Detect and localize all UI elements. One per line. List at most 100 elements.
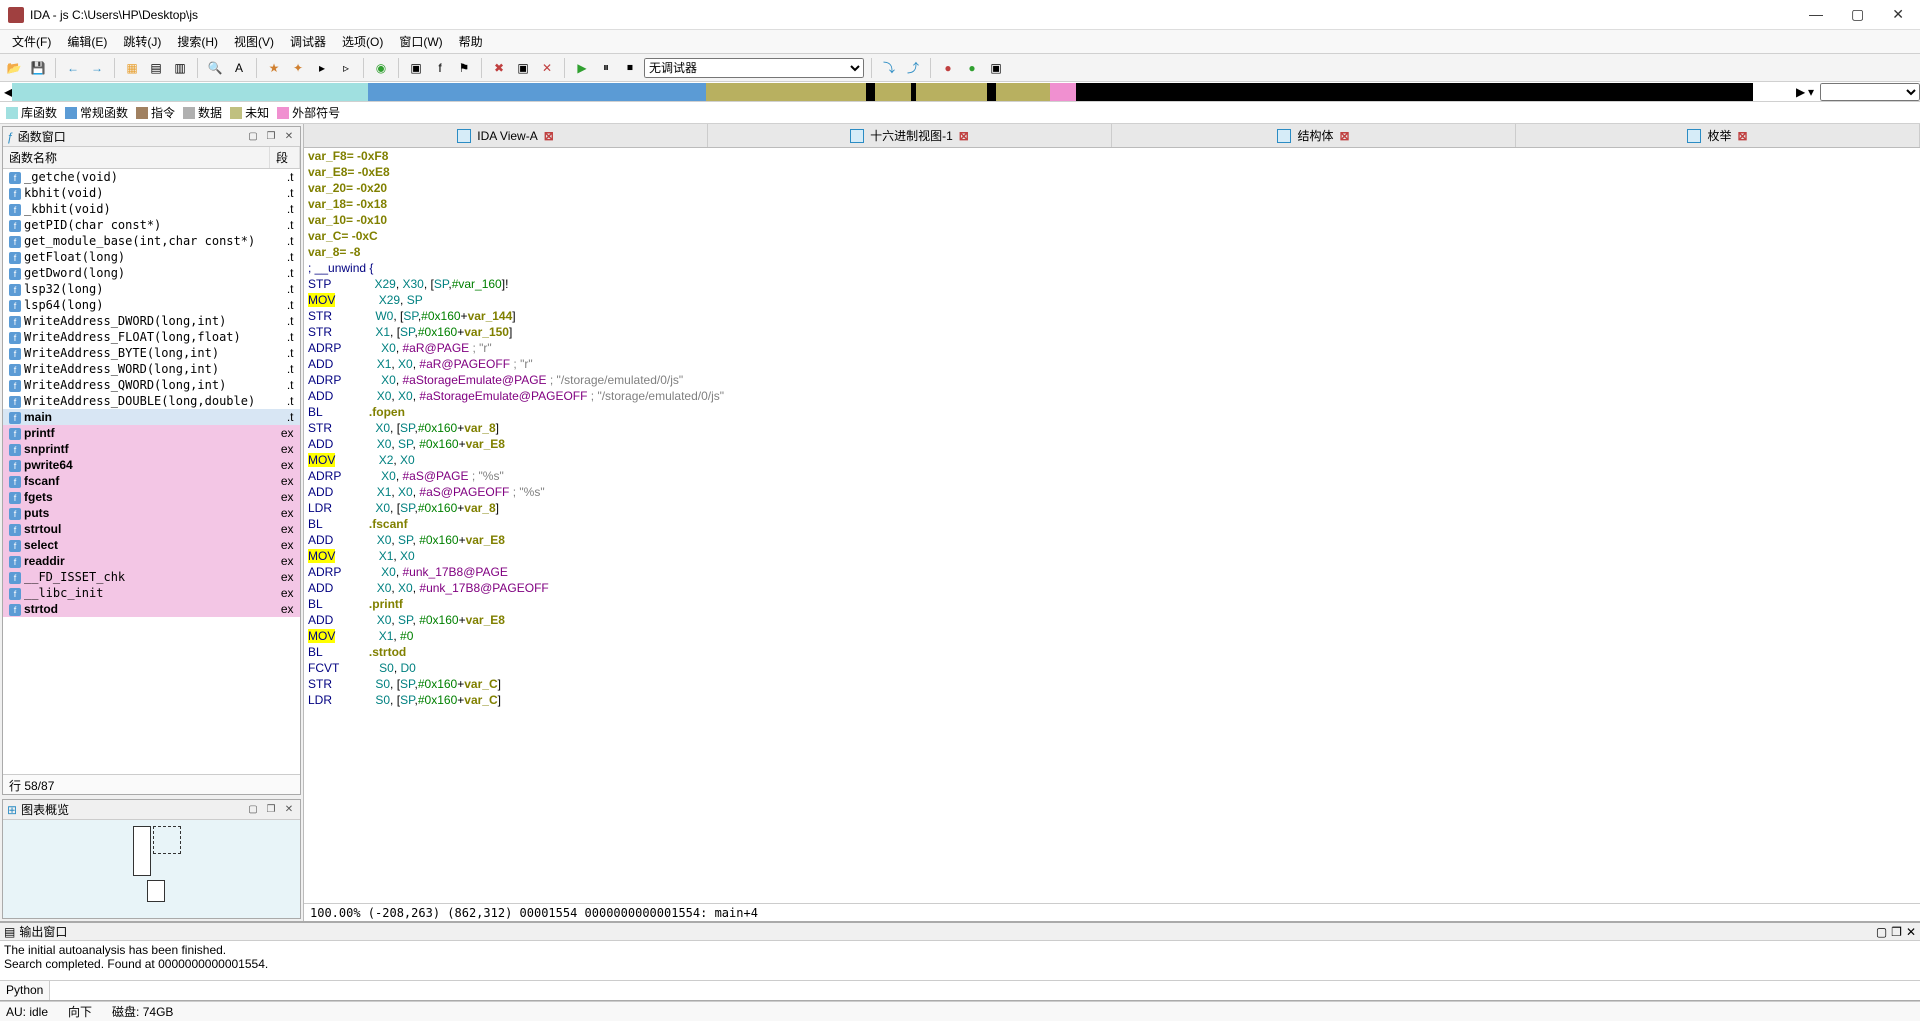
pause-icon[interactable]: ⏸ — [596, 58, 616, 78]
play-icon[interactable]: ▶ — [572, 58, 592, 78]
delete-icon[interactable]: ✕ — [537, 58, 557, 78]
function-row[interactable]: fget_module_base(int,char const*).t — [3, 233, 300, 249]
panel-close-icon[interactable]: ✕ — [1906, 925, 1916, 939]
function-row[interactable]: freaddirex — [3, 553, 300, 569]
function-row[interactable]: fgetPID(char const*).t — [3, 217, 300, 233]
menu-item[interactable]: 搜索(H) — [169, 31, 226, 52]
output-input-label[interactable]: Python — [0, 981, 50, 1000]
step2-icon[interactable]: ⤴ — [903, 58, 923, 78]
debugger-select[interactable]: 无调试器 — [644, 58, 864, 78]
panel-title: 图表概览 — [21, 801, 242, 818]
close-button[interactable]: ✕ — [1892, 6, 1904, 23]
output-input[interactable] — [50, 981, 1920, 1000]
tab-close-icon[interactable]: ⊠ — [959, 129, 969, 143]
tool-icon[interactable]: ▤ — [146, 58, 166, 78]
tool4-icon[interactable]: ▹ — [336, 58, 356, 78]
tab[interactable]: 十六进制视图-1⊠ — [708, 124, 1112, 147]
open-icon[interactable]: 📂 — [4, 58, 24, 78]
circle-icon[interactable]: ◉ — [371, 58, 391, 78]
bp-icon[interactable]: ● — [938, 58, 958, 78]
function-row[interactable]: fWriteAddress_BYTE(long,int).t — [3, 345, 300, 361]
function-row[interactable]: fstrtodex — [3, 601, 300, 617]
function-row[interactable]: fgetDword(long).t — [3, 265, 300, 281]
function-row[interactable]: flsp32(long).t — [3, 281, 300, 297]
menu-item[interactable]: 文件(F) — [4, 31, 59, 52]
minimize-button[interactable]: — — [1809, 6, 1823, 23]
function-row[interactable]: fputsex — [3, 505, 300, 521]
function-row[interactable]: fWriteAddress_FLOAT(long,float).t — [3, 329, 300, 345]
tool-icon-2[interactable]: ▥ — [170, 58, 190, 78]
nav-left-icon[interactable]: ◀ — [0, 85, 12, 99]
function-row[interactable]: ffgetsex — [3, 489, 300, 505]
tool5-icon[interactable]: f — [430, 58, 450, 78]
panel-min-icon[interactable]: ▢ — [246, 803, 260, 817]
function-row[interactable]: f__FD_ISSET_chkex — [3, 569, 300, 585]
function-row[interactable]: fmain.t — [3, 409, 300, 425]
tab-close-icon[interactable]: ⊠ — [1339, 129, 1349, 143]
menu-item[interactable]: 选项(O) — [334, 31, 391, 52]
menu-item[interactable]: 视图(V) — [226, 31, 282, 52]
function-row[interactable]: fkbhit(void).t — [3, 185, 300, 201]
step-icon[interactable]: ⤵ — [879, 58, 899, 78]
function-row[interactable]: f_kbhit(void).t — [3, 201, 300, 217]
function-list[interactable]: 函数名称段f_getche(void).tfkbhit(void).tf_kbh… — [3, 147, 300, 774]
menu-item[interactable]: 跳转(J) — [115, 31, 169, 52]
tab[interactable]: IDA View-A⊠ — [304, 124, 708, 147]
bp2-icon[interactable]: ● — [962, 58, 982, 78]
tab-close-icon[interactable]: ⊠ — [544, 129, 554, 143]
function-row[interactable]: fpwrite64ex — [3, 457, 300, 473]
graph-overview[interactable] — [3, 820, 300, 918]
snippet-icon[interactable]: ▣ — [406, 58, 426, 78]
panel-max-icon[interactable]: ❐ — [264, 803, 278, 817]
bp3-icon[interactable]: ▣ — [986, 58, 1006, 78]
title-bar: IDA - js C:\Users\HP\Desktop\js — ▢ ✕ — [0, 0, 1920, 30]
function-row[interactable]: flsp64(long).t — [3, 297, 300, 313]
panel-max-icon[interactable]: ❐ — [264, 130, 278, 144]
tab[interactable]: 枚举⊠ — [1516, 124, 1920, 147]
menu-item[interactable]: 调试器 — [282, 31, 334, 52]
function-row[interactable]: fWriteAddress_DWORD(long,int).t — [3, 313, 300, 329]
text-icon[interactable]: A — [229, 58, 249, 78]
tab[interactable]: 结构体⊠ — [1112, 124, 1516, 147]
highlight-icon[interactable]: ▦ — [122, 58, 142, 78]
nav-down-icon[interactable]: ▾ — [1804, 85, 1816, 99]
stop-icon[interactable]: ⏹ — [620, 58, 640, 78]
save-icon[interactable]: 💾 — [28, 58, 48, 78]
nav-right-icon[interactable]: ▶ — [1792, 85, 1804, 99]
star2-icon[interactable]: ✦ — [288, 58, 308, 78]
function-row[interactable]: fsnprintfex — [3, 441, 300, 457]
function-row[interactable]: fWriteAddress_WORD(long,int).t — [3, 361, 300, 377]
output-body[interactable]: The initial autoanalysis has been finish… — [0, 941, 1920, 980]
panel-max-icon[interactable]: ❐ — [1891, 925, 1902, 939]
search-icon[interactable]: 🔍 — [205, 58, 225, 78]
panel-close-icon[interactable]: ✕ — [282, 803, 296, 817]
function-row[interactable]: fprintfex — [3, 425, 300, 441]
menu-item[interactable]: 帮助 — [451, 31, 491, 52]
tab-close-icon[interactable]: ⊠ — [1737, 129, 1747, 143]
menu-item[interactable]: 编辑(E) — [59, 31, 115, 52]
function-row[interactable]: f_getche(void).t — [3, 169, 300, 186]
star-icon[interactable]: ★ — [264, 58, 284, 78]
back-icon[interactable]: ← — [63, 58, 83, 78]
cancel-icon[interactable]: ✖ — [489, 58, 509, 78]
tab-icon — [457, 129, 471, 143]
maximize-button[interactable]: ▢ — [1851, 6, 1864, 23]
segment-bar[interactable] — [12, 83, 1792, 101]
function-row[interactable]: fWriteAddress_QWORD(long,int).t — [3, 377, 300, 393]
panel-min-icon[interactable]: ▢ — [246, 130, 260, 144]
tool6-icon[interactable]: ⚑ — [454, 58, 474, 78]
function-row[interactable]: fgetFloat(long).t — [3, 249, 300, 265]
nav-dropdown[interactable] — [1820, 83, 1920, 101]
function-row[interactable]: fstrtoulex — [3, 521, 300, 537]
panel-min-icon[interactable]: ▢ — [1876, 925, 1887, 939]
function-row[interactable]: f__libc_initex — [3, 585, 300, 601]
function-row[interactable]: ffscanfex — [3, 473, 300, 489]
panel-close-icon[interactable]: ✕ — [282, 130, 296, 144]
tool3-icon[interactable]: ▸ — [312, 58, 332, 78]
tool7-icon[interactable]: ▣ — [513, 58, 533, 78]
function-row[interactable]: fselectex — [3, 537, 300, 553]
forward-icon[interactable]: → — [87, 58, 107, 78]
disassembly-view[interactable]: var_F8= -0xF8var_E8= -0xE8var_20= -0x20v… — [304, 148, 1920, 903]
function-row[interactable]: fWriteAddress_DOUBLE(long,double).t — [3, 393, 300, 409]
menu-item[interactable]: 窗口(W) — [391, 31, 450, 52]
